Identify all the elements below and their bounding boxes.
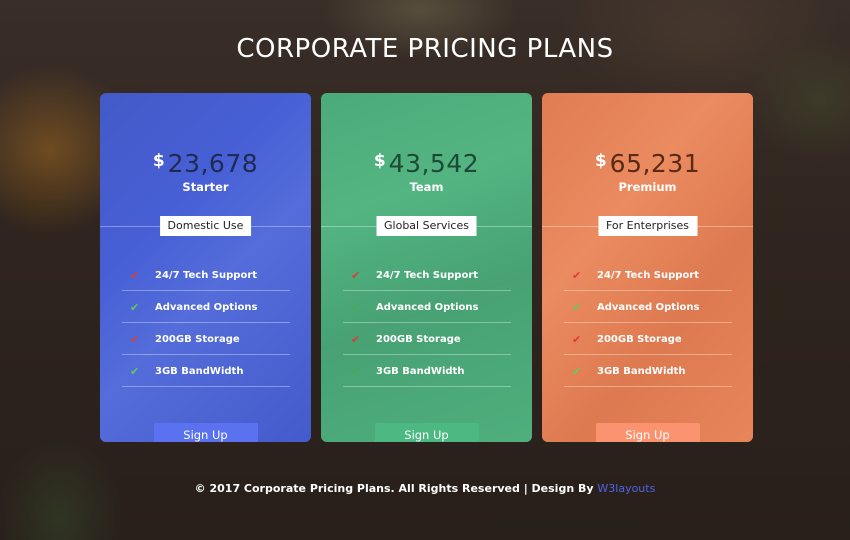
pricing-card-starter: $23,678 Starter Domestic Use ✔ 24/7 Tech…: [100, 93, 311, 442]
feature-list: ✔ 24/7 Tech Support ✔ Advanced Options ✔…: [122, 259, 290, 387]
red-check-icon: ✔: [351, 333, 361, 346]
feature-label: 24/7 Tech Support: [597, 270, 700, 281]
feature-item: ✔ 3GB BandWidth: [564, 355, 732, 387]
feature-item: ✔ 200GB Storage: [343, 323, 511, 355]
red-check-icon: ✔: [130, 269, 140, 282]
price: $65,231: [542, 149, 753, 178]
feature-item: ✔ 3GB BandWidth: [122, 355, 290, 387]
green-check-icon: ✔: [351, 301, 361, 314]
feature-label: 200GB Storage: [155, 334, 240, 345]
footer-text: © 2017 Corporate Pricing Plans. All Righ…: [194, 482, 594, 495]
red-check-icon: ✔: [572, 269, 582, 282]
feature-label: 24/7 Tech Support: [376, 270, 479, 281]
feature-label: 3GB BandWidth: [155, 366, 244, 377]
pricing-card-premium: $65,231 Premium For Enterprises ✔ 24/7 T…: [542, 93, 753, 442]
feature-list: ✔ 24/7 Tech Support ✔ Advanced Options ✔…: [343, 259, 511, 387]
red-check-icon: ✔: [351, 269, 361, 282]
feature-item: ✔ Advanced Options: [122, 291, 290, 323]
green-check-icon: ✔: [130, 301, 140, 314]
w3layouts-link[interactable]: W3layouts: [597, 482, 655, 495]
feature-list: ✔ 24/7 Tech Support ✔ Advanced Options ✔…: [564, 259, 732, 387]
currency-symbol: $: [373, 151, 386, 171]
feature-label: 3GB BandWidth: [597, 366, 686, 377]
page-title: CORPORATE PRICING PLANS: [236, 34, 614, 64]
green-check-icon: ✔: [130, 365, 140, 378]
feature-label: Advanced Options: [155, 302, 258, 313]
feature-label: 200GB Storage: [376, 334, 461, 345]
currency-symbol: $: [594, 151, 607, 171]
currency-symbol: $: [152, 151, 165, 171]
feature-label: Advanced Options: [376, 302, 479, 313]
feature-item: ✔ 200GB Storage: [122, 323, 290, 355]
sign-up-button-starter[interactable]: Sign Up: [153, 423, 258, 442]
feature-item: ✔ Advanced Options: [564, 291, 732, 323]
green-check-icon: ✔: [572, 365, 582, 378]
price-amount: 43,542: [388, 149, 480, 178]
green-check-icon: ✔: [351, 365, 361, 378]
feature-label: 3GB BandWidth: [376, 366, 465, 377]
feature-label: 200GB Storage: [597, 334, 682, 345]
feature-item: ✔ Advanced Options: [343, 291, 511, 323]
feature-item: ✔ 24/7 Tech Support: [343, 259, 511, 291]
red-check-icon: ✔: [572, 333, 582, 346]
price: $23,678: [100, 149, 311, 178]
feature-item: ✔ 3GB BandWidth: [343, 355, 511, 387]
plan-tag: Global Services: [376, 216, 477, 236]
plan-tag: Domestic Use: [159, 216, 252, 236]
sign-up-button-team[interactable]: Sign Up: [374, 423, 479, 442]
feature-item: ✔ 24/7 Tech Support: [122, 259, 290, 291]
plan-tag: For Enterprises: [598, 216, 697, 236]
sign-up-button-premium[interactable]: Sign Up: [595, 423, 700, 442]
plan-name: Starter: [182, 180, 229, 194]
pricing-card-team: $43,542 Team Global Services ✔ 24/7 Tech…: [321, 93, 532, 442]
feature-label: 24/7 Tech Support: [155, 270, 258, 281]
green-check-icon: ✔: [572, 301, 582, 314]
price: $43,542: [321, 149, 532, 178]
feature-label: Advanced Options: [597, 302, 700, 313]
footer: © 2017 Corporate Pricing Plans. All Righ…: [0, 482, 850, 495]
red-check-icon: ✔: [130, 333, 140, 346]
price-amount: 65,231: [609, 149, 701, 178]
plan-name: Team: [409, 180, 444, 194]
plan-name: Premium: [618, 180, 677, 194]
price-amount: 23,678: [167, 149, 259, 178]
feature-item: ✔ 24/7 Tech Support: [564, 259, 732, 291]
feature-item: ✔ 200GB Storage: [564, 323, 732, 355]
